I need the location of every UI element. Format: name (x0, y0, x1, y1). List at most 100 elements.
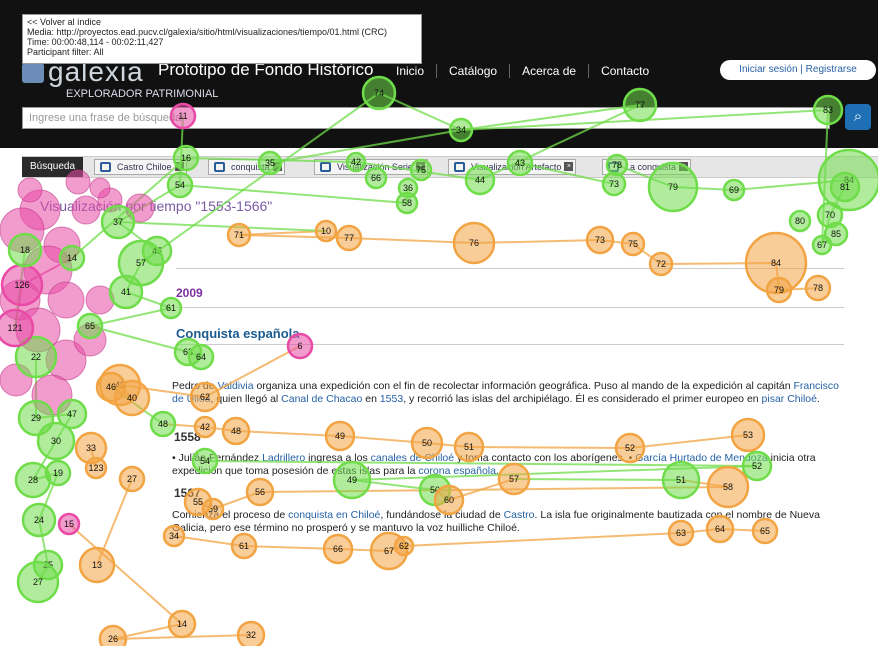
fixation-label: 56 (255, 487, 265, 497)
fixation-label: 62 (399, 541, 409, 551)
gaze-cluster-blob (89, 177, 111, 199)
fixation-label: 48 (231, 426, 241, 436)
fixation-point: 11 (169, 102, 197, 130)
fixation-label: 33 (86, 443, 96, 453)
fixation-point: 121 (0, 308, 35, 348)
fixation-point: 35 (257, 150, 283, 176)
fixation-point: 77 (622, 87, 658, 123)
fixation-label: 58 (402, 198, 412, 208)
fixation-point: 18 (7, 232, 43, 268)
fixation-label: 10 (321, 226, 331, 236)
fixation-label: 60 (444, 495, 454, 505)
saccade-line (403, 532, 682, 547)
fixation-label: 42 (200, 422, 210, 432)
fixation-point: 83 (812, 94, 844, 126)
fixation-point: 78 (605, 153, 629, 177)
saccade-line (468, 446, 631, 449)
fixation-point: 16 (172, 144, 200, 172)
fixation-label: 43 (515, 158, 525, 168)
fixation-label: 54 (200, 456, 210, 466)
fixation-label: 126 (14, 280, 29, 290)
saccade-line (235, 430, 341, 437)
fixation-point: 32 (236, 620, 266, 646)
fixation-label: 55 (193, 497, 203, 507)
fixation-point: 77 (335, 224, 363, 252)
fixation-point: 123 (84, 456, 108, 480)
fixation-label: 78 (612, 160, 622, 170)
fixation-label: 49 (347, 475, 357, 485)
fixation-point: 126 (0, 263, 44, 307)
fixation-label: 64 (196, 352, 206, 362)
fixation-point: 41 (108, 274, 144, 310)
saccade-line (519, 162, 615, 185)
fixation-point: 49 (332, 460, 372, 500)
gaze-cluster-blob (47, 281, 85, 319)
fixation-label: 48 (158, 419, 168, 429)
fixation-label: 51 (464, 442, 474, 452)
fixation-label: 24 (34, 515, 44, 525)
fixation-point: 76 (452, 221, 496, 265)
fixation-label: 75 (416, 165, 426, 175)
fixation-label: 69 (729, 185, 739, 195)
fixation-point: 30 (36, 421, 76, 461)
fixation-label: 22 (31, 352, 41, 362)
fixation-point: 37 (100, 204, 136, 240)
fixation-label: 44 (475, 175, 485, 185)
fixation-label: 46 (106, 382, 116, 392)
fixation-point: 24 (21, 502, 57, 538)
fixation-point: 48 (149, 410, 177, 438)
fixation-label: 32 (246, 630, 256, 640)
fixation-label: 75 (628, 239, 638, 249)
fixation-point: 55 (183, 487, 213, 517)
fixation-label: 123 (88, 463, 103, 473)
fixation-point: 14 (58, 244, 86, 272)
fixation-label: 85 (831, 229, 841, 239)
fixation-label: 72 (656, 259, 666, 269)
fixation-point: 58 (395, 191, 419, 215)
fixation-point: 15 (57, 512, 81, 536)
fixation-label: 65 (760, 526, 770, 536)
fixation-point: 81 (829, 171, 861, 203)
fixation-point: 56 (245, 477, 275, 507)
fixation-label: 14 (67, 253, 77, 263)
fixation-point: 80 (788, 209, 812, 233)
fixation-point: 14 (167, 609, 197, 639)
fixation-label: 57 (509, 474, 519, 484)
fixation-label: 14 (177, 619, 187, 629)
fixation-label: 61 (166, 303, 176, 313)
fixation-point: 10 (314, 219, 338, 243)
fixation-point: 61 (159, 296, 183, 320)
fixation-point: 79 (765, 276, 793, 304)
fixation-label: 49 (335, 431, 345, 441)
gaze-cluster-blob (71, 195, 101, 225)
fixation-label: 70 (825, 210, 835, 220)
fixation-point: 27 (16, 560, 60, 604)
fixation-point: 46 (95, 371, 127, 403)
fixation-label: 35 (265, 158, 275, 168)
fixation-label: 27 (33, 577, 43, 587)
fixation-label: 18 (20, 245, 30, 255)
fixation-point: 61 (230, 532, 258, 560)
fixation-label: 79 (668, 182, 678, 192)
fixation-point: 51 (453, 431, 485, 463)
fixation-point: 65 (76, 312, 104, 340)
fixation-point: 69 (722, 178, 746, 202)
fixation-point: 74 (361, 75, 397, 111)
fixation-label: 77 (635, 100, 645, 110)
fixation-point: 79 (647, 161, 699, 213)
fixation-label: 40 (127, 393, 137, 403)
fixation-point: 27 (118, 465, 146, 493)
fixation-label: 81 (840, 182, 850, 192)
fixation-point: 26 (98, 624, 128, 646)
fixation-point: 44 (464, 164, 496, 196)
fixation-label: 64 (715, 524, 725, 534)
fixation-point: 58 (706, 465, 750, 509)
fixation-label: 66 (333, 544, 343, 554)
fixation-label: 62 (200, 392, 210, 402)
fixation-label: 67 (817, 240, 827, 250)
fixation-label: 16 (181, 153, 191, 163)
fixation-label: 61 (239, 541, 249, 551)
fixation-point: 42 (193, 415, 217, 439)
fixation-point: 63 (667, 519, 695, 547)
fixation-point: 57 (497, 462, 531, 496)
